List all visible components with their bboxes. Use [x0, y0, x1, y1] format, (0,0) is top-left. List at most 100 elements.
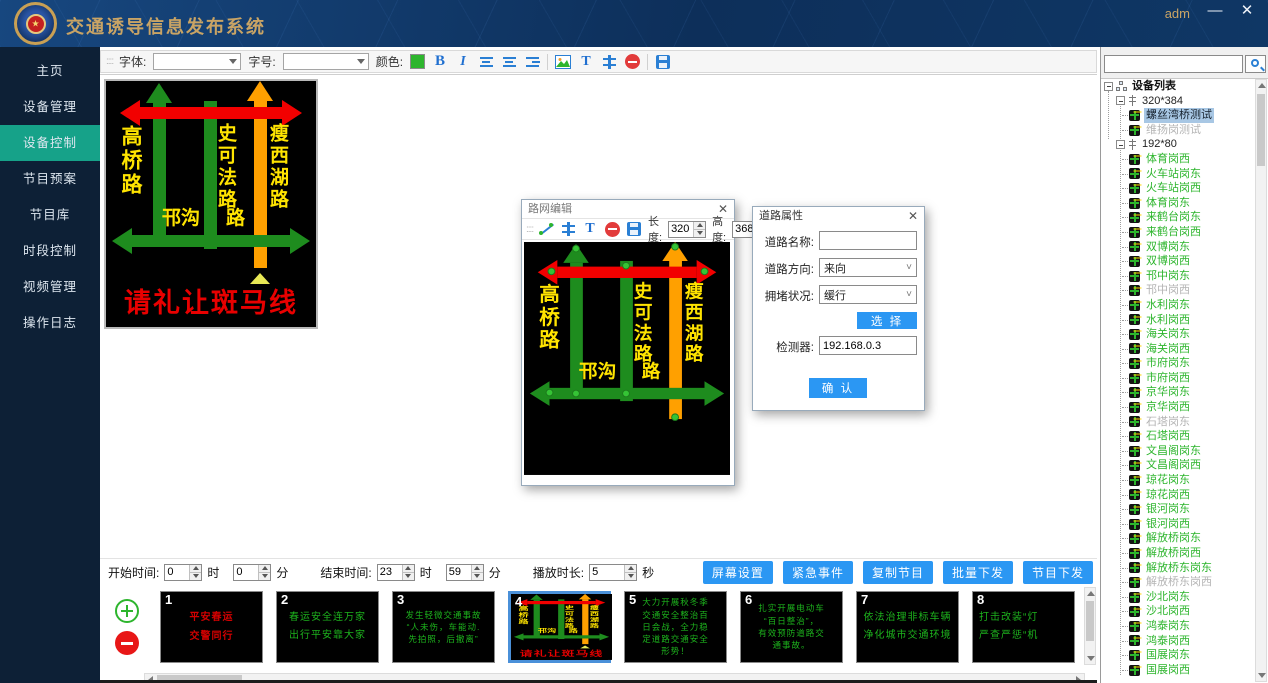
control-point[interactable] — [572, 245, 580, 253]
copy-program-button[interactable]: 复制节目 — [863, 561, 933, 584]
control-point[interactable] — [701, 268, 709, 276]
program-thumbnail[interactable]: 2 春运安全连万家 出行平安靠大家 — [276, 591, 379, 663]
tree-device-item[interactable]: 国展岗东 — [1101, 648, 1268, 663]
stepper-up-icon[interactable] — [694, 222, 705, 230]
tree-device-item[interactable]: 解放桥东岗东 — [1101, 561, 1268, 576]
tree-device-item[interactable]: 火车站岗西 — [1101, 181, 1268, 196]
tree-device-item[interactable]: 琼花岗东 — [1101, 473, 1268, 488]
thumbs-vscroll[interactable] — [1084, 587, 1096, 665]
control-point[interactable] — [548, 268, 556, 276]
remove-program-button[interactable] — [115, 631, 139, 655]
tree-device-item[interactable]: 解放桥东岗西 — [1101, 575, 1268, 590]
detector-input[interactable] — [819, 336, 917, 355]
program-thumbnail[interactable]: 3 发生轻微交通事故 “人未伤，车能动. 先拍照，后撤离” — [392, 591, 495, 663]
scroll-up-icon[interactable] — [1085, 588, 1095, 599]
tree-device-item[interactable]: 国展岗西 — [1101, 663, 1268, 678]
align-center-button[interactable] — [501, 53, 517, 71]
road-tool-icon[interactable] — [603, 55, 616, 69]
tree-device-item[interactable]: 邗中岗西 — [1101, 283, 1268, 298]
sidebar-item-program-plan[interactable]: 节目预案 — [0, 161, 100, 197]
program-thumbnail[interactable]: 6 扎实开展电动车 “百日整治”， 有效预防道路交 通事故。 — [740, 591, 843, 663]
sidebar-item-operation-log[interactable]: 操作日志 — [0, 305, 100, 341]
tree-device-item[interactable]: 解放桥岗西 — [1101, 546, 1268, 561]
bold-button[interactable]: B — [432, 53, 448, 71]
control-point[interactable] — [572, 390, 580, 398]
tree-device-item[interactable]: 来鹤台岗东 — [1101, 210, 1268, 225]
control-point[interactable] — [622, 390, 630, 398]
tree-device-item[interactable]: 市府岗东 — [1101, 356, 1268, 371]
program-thumbnail[interactable]: 8 打击改装“灯 严查严惩“机 — [972, 591, 1075, 663]
sidebar-item-time-control[interactable]: 时段控制 — [0, 233, 100, 269]
stepper-down-icon[interactable] — [694, 230, 705, 237]
expander-icon[interactable] — [1116, 96, 1125, 105]
delete-icon[interactable] — [625, 54, 640, 69]
send-program-button[interactable]: 节目下发 — [1023, 561, 1093, 584]
tree-device-item[interactable]: 银河岗东 — [1101, 502, 1268, 517]
program-thumbnail[interactable]: 5 大力开展秋冬季 交通安全整治百 日会战，全力稳 定道路交通安全 形势！ — [624, 591, 727, 663]
text-tool-button[interactable]: T — [578, 53, 594, 71]
tree-device-item[interactable]: 石塔岗东 — [1101, 415, 1268, 430]
text-tool-button[interactable]: T — [582, 220, 598, 238]
device-search-input[interactable] — [1104, 55, 1243, 73]
size-select[interactable] — [283, 53, 369, 70]
align-right-button[interactable] — [524, 53, 540, 71]
tree-device-item[interactable]: 双博岗西 — [1101, 254, 1268, 269]
direction-select[interactable]: 来向˅ — [819, 258, 917, 277]
tree-device-item[interactable]: 邗中岗东 — [1101, 269, 1268, 284]
tree-device-item[interactable]: 市府岗西 — [1101, 371, 1268, 386]
tree-device-item[interactable]: 沙北岗西 — [1101, 604, 1268, 619]
sidebar-item-device-mgmt[interactable]: 设备管理 — [0, 89, 100, 125]
scroll-down-icon[interactable] — [1256, 670, 1266, 681]
end-min-input[interactable] — [447, 565, 471, 580]
start-min-input[interactable] — [234, 565, 258, 580]
tree-device-item[interactable]: 水利岗西 — [1101, 313, 1268, 328]
tree-device-item[interactable]: 海关岗东 — [1101, 327, 1268, 342]
minimize-button[interactable]: — — [1204, 0, 1226, 22]
end-hour-input[interactable] — [378, 565, 402, 580]
tree-group-192x80[interactable]: 192*80 — [1101, 137, 1268, 152]
tree-device-item[interactable]: 螺丝湾桥测试 — [1101, 108, 1268, 123]
tree-device-item[interactable]: 京华岗东 — [1101, 385, 1268, 400]
road-name-input[interactable] — [819, 231, 917, 250]
confirm-button[interactable]: 确 认 — [809, 378, 867, 398]
tree-device-item[interactable]: 解放桥岗东 — [1101, 531, 1268, 546]
close-button[interactable]: ✕ — [1236, 0, 1258, 22]
font-select[interactable] — [153, 53, 241, 70]
tree-device-item[interactable]: 沙北岗东 — [1101, 590, 1268, 605]
dialog-close-icon[interactable]: ✕ — [718, 202, 728, 216]
program-thumbnail[interactable]: 7 依法治理非标车辆 净化城市交通环境 — [856, 591, 959, 663]
congestion-select[interactable]: 缓行˅ — [819, 285, 917, 304]
batch-send-button[interactable]: 批量下发 — [943, 561, 1013, 584]
length-input[interactable] — [669, 222, 693, 237]
control-point[interactable] — [671, 243, 679, 251]
line-tool-icon[interactable] — [539, 222, 553, 236]
duration-input[interactable] — [590, 565, 624, 580]
tree-device-item[interactable]: 海关岗西 — [1101, 342, 1268, 357]
align-left-button[interactable] — [478, 53, 494, 71]
screen-settings-button[interactable]: 屏幕设置 — [703, 561, 773, 584]
roadnet-edit-canvas[interactable]: 高桥路 史可法路 瘦西湖路 邗沟 路 请礼让斑马线 — [524, 242, 730, 475]
tree-device-item[interactable]: 维扬岗测试 — [1101, 123, 1268, 138]
tree-device-item[interactable]: 鸿泰岗西 — [1101, 634, 1268, 649]
sidebar-item-home[interactable]: 主页 — [0, 53, 100, 89]
save-icon[interactable] — [656, 55, 670, 69]
tree-device-item[interactable]: 文昌阁岗西 — [1101, 458, 1268, 473]
tree-vscroll[interactable] — [1255, 79, 1267, 682]
sidebar-item-program-library[interactable]: 节目库 — [0, 197, 100, 233]
add-program-button[interactable] — [115, 599, 139, 623]
tree-device-item[interactable]: 来鹤台岗西 — [1101, 225, 1268, 240]
tree-device-item[interactable]: 京华岗西 — [1101, 400, 1268, 415]
tree-device-item[interactable]: 银河岗西 — [1101, 517, 1268, 532]
insert-image-button[interactable] — [555, 55, 571, 69]
tree-device-item[interactable]: 火车站岗东 — [1101, 167, 1268, 182]
italic-button[interactable]: I — [455, 53, 471, 71]
road-tool-icon[interactable] — [562, 222, 575, 236]
color-swatch[interactable] — [410, 54, 425, 69]
tree-device-item[interactable]: 水利岗东 — [1101, 298, 1268, 313]
program-thumbnail[interactable]: 1 平安春运 交警同行 — [160, 591, 263, 663]
dialog-close-icon[interactable]: ✕ — [908, 209, 918, 223]
program-thumbnail-selected[interactable]: 高桥路 史可法路 瘦西湖路 邗沟 路 请礼让斑马线 4 — [508, 591, 611, 663]
device-search-button[interactable] — [1245, 55, 1266, 73]
expander-icon[interactable] — [1116, 140, 1125, 149]
sidebar-item-video-mgmt[interactable]: 视频管理 — [0, 269, 100, 305]
